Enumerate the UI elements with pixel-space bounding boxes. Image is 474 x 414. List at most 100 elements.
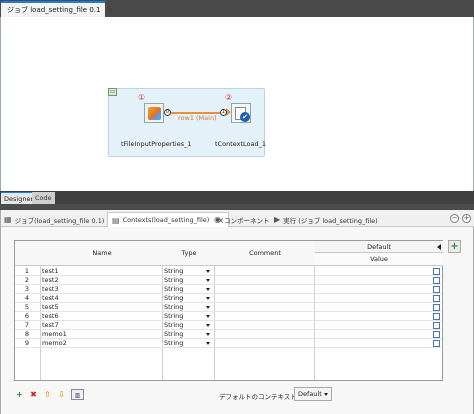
variable-name[interactable]: test7 [42, 321, 150, 330]
prompt-checkbox[interactable] [433, 295, 440, 302]
tab-code[interactable]: Code [32, 192, 55, 204]
tab-run[interactable]: ▶ 実行 (ジョブ load_setting_file) [274, 212, 378, 227]
variable-type-select[interactable]: String [164, 321, 212, 330]
header-type[interactable]: Type [163, 241, 215, 266]
header-value[interactable]: Value [315, 253, 443, 266]
input-port-icon[interactable]: 1 [220, 109, 227, 116]
editor-tab-bar: ジョブ load_setting_file 0.1 × [0, 0, 474, 17]
variable-name[interactable]: memo2 [42, 339, 150, 348]
subjob-container[interactable]: ▭ ① ② 0 1 row1 (Main) tFileInputProperti… [108, 88, 266, 157]
editor-tab-job[interactable]: ジョブ load_setting_file 0.1 × [1, 1, 113, 17]
remove-variable-button[interactable]: ✖ [28, 389, 39, 400]
prompt-checkbox[interactable] [433, 313, 440, 320]
variable-type-select[interactable]: String [164, 285, 212, 294]
variable-type-select[interactable]: String [164, 267, 212, 276]
prompt-checkbox[interactable] [433, 331, 440, 338]
table-row[interactable]: 2 test2 String [15, 276, 442, 285]
table-row[interactable]: 5 test5 String [15, 303, 442, 312]
chevron-down-icon [206, 324, 210, 327]
tab-job-settings[interactable]: ▦ ジョブ(load_setting_file 0.1) [4, 212, 104, 227]
job-icon: ▦ [4, 215, 12, 224]
tab-contexts-label: Contexts(load_setting_file) [122, 216, 210, 224]
table-row[interactable]: 8 memo1 String [15, 330, 442, 339]
variable-name[interactable]: test1 [42, 267, 150, 276]
variable-name[interactable]: memo1 [42, 330, 150, 339]
variable-type-select[interactable]: String [164, 303, 212, 312]
table-row[interactable]: 4 test4 String [15, 294, 442, 303]
header-index [15, 241, 41, 266]
tcontextload-icon[interactable] [231, 103, 251, 123]
table-row[interactable]: 6 test6 String [15, 312, 442, 321]
variable-type: String [164, 312, 184, 320]
prompt-checkbox[interactable] [433, 268, 440, 275]
run-icon: ▶ [274, 215, 281, 224]
variable-name[interactable]: test6 [42, 312, 150, 321]
tab-contexts[interactable]: ▤ Contexts(load_setting_file) × [107, 212, 230, 227]
chevron-down-icon [206, 288, 210, 291]
connection-label[interactable]: row1 (Main) [178, 114, 217, 122]
maximize-icon[interactable]: + [462, 214, 471, 223]
component-label-tcontextload[interactable]: tContextLoad_1 [215, 140, 266, 148]
header-name[interactable]: Name [41, 241, 163, 266]
chevron-down-icon [206, 297, 210, 300]
variable-name[interactable]: test3 [42, 285, 150, 294]
collapse-left-icon[interactable] [437, 244, 441, 250]
variable-type-select[interactable]: String [164, 294, 212, 303]
table-row[interactable]: 7 test7 String [15, 321, 442, 330]
prompt-checkbox[interactable] [433, 340, 440, 347]
variable-name[interactable]: test5 [42, 303, 150, 312]
chevron-down-icon [206, 279, 210, 282]
close-icon[interactable]: × [106, 6, 113, 15]
minimize-icon[interactable]: − [450, 214, 459, 223]
component-icon: ◉ [214, 215, 221, 224]
tab-designer[interactable]: Designer [1, 192, 37, 204]
component-label-tfileinputproperties[interactable]: tFileInputProperties_1 [121, 140, 192, 148]
row-index: 9 [24, 339, 30, 347]
add-variable-button[interactable]: + [14, 389, 25, 400]
table-row[interactable]: 9 memo2 String [15, 339, 442, 348]
tab-component-label: コンポーネント [223, 216, 270, 225]
prompt-checkbox[interactable] [433, 277, 440, 284]
move-down-button[interactable]: ⇩ [56, 389, 67, 400]
design-canvas[interactable]: ▭ ① ② 0 1 row1 (Main) tFileInputProperti… [0, 17, 474, 191]
context-table[interactable]: Name Type Comment Default Value 1 test1 St… [14, 240, 443, 381]
row-index: 3 [24, 285, 30, 293]
tab-component[interactable]: ◉ コンポーネント [214, 212, 269, 227]
row-index: 7 [24, 321, 30, 329]
add-context-button[interactable]: + [448, 240, 461, 253]
variable-type-select[interactable]: String [164, 339, 212, 348]
header-default[interactable]: Default [315, 241, 443, 253]
panel-tab-bar: ▦ ジョブ(load_setting_file 0.1) ▤ Contexts(… [1, 210, 474, 227]
variable-type: String [164, 330, 184, 338]
chevron-down-icon [206, 315, 210, 318]
variable-type: String [164, 285, 184, 293]
prompt-checkbox[interactable] [433, 322, 440, 329]
move-up-button[interactable]: ⇧ [42, 389, 53, 400]
output-port-icon[interactable]: 0 [164, 109, 171, 116]
context-settings-icon[interactable]: ▥ [71, 389, 84, 400]
default-env-value: Default [298, 390, 322, 398]
variable-name[interactable]: test4 [42, 294, 150, 303]
variable-name[interactable]: test2 [42, 276, 150, 285]
tab-run-label: 実行 (ジョブ load_setting_file) [283, 216, 378, 225]
default-env-select[interactable]: Default [294, 387, 332, 401]
variable-type-select[interactable]: String [164, 312, 212, 321]
header-comment[interactable]: Comment [215, 241, 315, 266]
variable-type: String [164, 267, 184, 275]
prompt-checkbox[interactable] [433, 304, 440, 311]
chevron-down-icon [206, 342, 210, 345]
row-index: 2 [24, 276, 30, 284]
contexts-icon: ▤ [112, 215, 120, 225]
tfileinputproperties-icon[interactable] [144, 103, 164, 123]
editor-tab-title: ジョブ load_setting_file 0.1 [7, 6, 101, 14]
table-row[interactable]: 3 test3 String [15, 285, 442, 294]
table-row[interactable]: 1 test1 String [15, 267, 442, 276]
prompt-checkbox[interactable] [433, 286, 440, 293]
variable-type-select[interactable]: String [164, 276, 212, 285]
variable-type: String [164, 321, 184, 329]
mode-tab-bar: Designer Code [0, 191, 474, 204]
variable-type-select[interactable]: String [164, 330, 212, 339]
subjob-collapse-icon[interactable]: ▭ [108, 88, 117, 96]
component-badge-1: ① [138, 93, 146, 102]
chevron-down-icon [206, 333, 210, 336]
